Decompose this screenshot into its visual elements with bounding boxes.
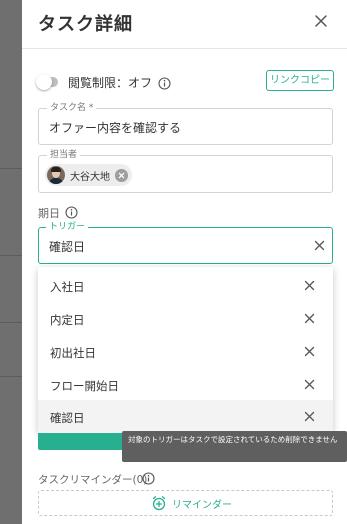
- delete-option-icon[interactable]: [304, 280, 315, 291]
- dropdown-option-label: 確認日: [50, 411, 85, 425]
- backdrop-line: [0, 376, 22, 377]
- backdrop-line: [0, 255, 22, 256]
- dropdown-option[interactable]: フロー開始日: [38, 368, 333, 401]
- dropdown-option[interactable]: 初出社日: [38, 335, 333, 368]
- backdrop-line: [0, 168, 22, 169]
- due-date-label: 期日: [38, 207, 60, 220]
- dropdown-option-highlighted[interactable]: 確認日: [38, 400, 333, 433]
- access-restriction-label: 閲覧制限：オフ: [68, 76, 153, 90]
- info-icon[interactable]: [158, 77, 171, 90]
- delete-option-icon[interactable]: [304, 379, 315, 390]
- reminder-button-label: リマインダー: [172, 499, 232, 511]
- task-name-label: タスク名 *: [47, 102, 97, 114]
- task-name-value[interactable]: オファー内容を確認する: [49, 119, 181, 136]
- access-restriction-toggle[interactable]: [36, 74, 58, 90]
- assignee-label: 担当者: [47, 149, 81, 161]
- link-copy-button[interactable]: リンクコピー: [266, 70, 334, 91]
- delete-option-icon[interactable]: [304, 411, 315, 422]
- remove-assignee-icon[interactable]: [115, 168, 128, 182]
- add-reminder-content: リマインダー: [151, 495, 232, 511]
- trigger-select[interactable]: トリガー 確認日: [38, 221, 333, 264]
- task-reminder-label: タスクリマインダー(0): [38, 474, 148, 486]
- alarm-add-icon: [152, 496, 166, 511]
- toggle-knob: [36, 74, 52, 90]
- page-title: タスク詳細: [38, 14, 133, 35]
- info-icon[interactable]: [142, 472, 155, 485]
- assignee-chip: 大谷大地: [45, 164, 132, 186]
- delete-option-icon[interactable]: [304, 346, 315, 357]
- close-icon[interactable]: [312, 12, 330, 30]
- delete-option-icon[interactable]: [304, 313, 315, 324]
- header-divider: [22, 48, 347, 49]
- trigger-label: トリガー: [46, 221, 89, 233]
- dropdown-option-label: 初出社日: [50, 346, 96, 360]
- trigger-value[interactable]: 確認日: [49, 238, 85, 255]
- dropdown-option-label: フロー開始日: [50, 379, 119, 393]
- dropdown-option-label: 内定日: [50, 313, 85, 327]
- info-icon[interactable]: [65, 206, 78, 219]
- dropdown-option[interactable]: 入社日: [38, 269, 333, 302]
- dropdown-option-label: 入社日: [50, 280, 85, 294]
- delete-disabled-tooltip: 対象のトリガーはタスクで設定されているため削除できません: [122, 431, 347, 462]
- add-reminder-button[interactable]: リマインダー: [38, 490, 333, 516]
- backdrop-line: [0, 322, 22, 323]
- clear-icon[interactable]: [314, 240, 325, 251]
- trigger-dropdown-menu: 入社日 内定日 初出社日 フロー開始日 確認日: [38, 267, 333, 433]
- dropdown-option[interactable]: 内定日: [38, 302, 333, 335]
- modal-backdrop[interactable]: [0, 0, 22, 524]
- assignee-field[interactable]: 担当者 大谷大地: [38, 149, 333, 193]
- avatar: [47, 166, 65, 184]
- task-name-field[interactable]: タスク名 * オファー内容を確認する: [38, 102, 333, 145]
- assignee-name: 大谷大地: [70, 171, 110, 183]
